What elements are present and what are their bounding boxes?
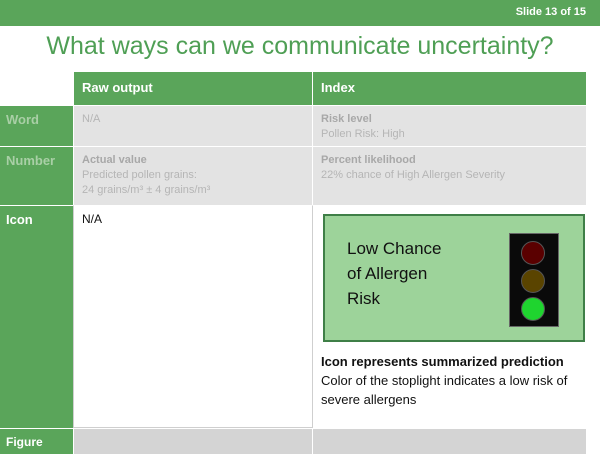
word-index-cell: Risk level Pollen Risk: High — [312, 105, 586, 146]
green-lamp — [521, 297, 545, 321]
red-lamp — [521, 241, 545, 265]
word-index-title: Risk level — [321, 113, 372, 125]
row-label-word: Word — [0, 105, 73, 146]
top-bar: Slide 13 of 15 — [0, 0, 600, 26]
icon-raw-cell: N/A — [73, 205, 312, 428]
allergen-risk-icon-box: Low Chance of Allergen Risk — [323, 214, 585, 342]
table-row-icon: Icon N/A Low Chance of Allergen Risk Ico… — [0, 205, 586, 428]
icon-index-cell: Low Chance of Allergen Risk Icon represe… — [312, 205, 586, 428]
number-raw-line2: 24 grains/m³ ± 4 grains/m³ — [82, 184, 211, 196]
table-row-figure: Figure — [0, 428, 586, 454]
icon-text-line2: of Allergen — [347, 264, 428, 283]
number-raw-cell: Actual value Predicted pollen grains: 24… — [73, 146, 312, 205]
slide-title: What ways can we communicate uncertainty… — [46, 32, 554, 60]
word-index-text: Pollen Risk: High — [321, 128, 405, 140]
icon-caption-text: Color of the stoplight indicates a low r… — [321, 373, 568, 407]
number-index-title: Percent likelihood — [321, 154, 416, 166]
figure-raw-cell — [73, 428, 312, 454]
word-raw-cell: N/A — [73, 105, 312, 146]
traffic-light-icon — [509, 233, 559, 327]
header-raw-output: Raw output — [73, 72, 312, 105]
number-index-text: 22% chance of High Allergen Severity — [321, 169, 506, 181]
yellow-lamp — [521, 269, 545, 293]
number-raw-line1: Predicted pollen grains: — [82, 169, 197, 181]
header-index: Index — [312, 72, 586, 105]
number-raw-title: Actual value — [82, 154, 147, 166]
icon-caption: Icon represents summarized prediction Co… — [321, 352, 578, 409]
table-row-word: Word N/A Risk level Pollen Risk: High — [0, 105, 586, 146]
row-label-icon: Icon — [0, 205, 73, 428]
figure-index-cell — [312, 428, 586, 454]
row-label-number: Number — [0, 146, 73, 205]
table-row-number: Number Actual value Predicted pollen gra… — [0, 146, 586, 205]
slide-number: Slide 13 of 15 — [515, 6, 586, 18]
row-label-figure: Figure — [0, 428, 73, 454]
icon-caption-bold: Icon represents summarized prediction — [321, 354, 564, 369]
allergen-risk-label: Low Chance of Allergen Risk — [347, 236, 442, 311]
header-corner — [0, 72, 73, 105]
icon-text-line1: Low Chance — [347, 239, 442, 258]
number-index-cell: Percent likelihood 22% chance of High Al… — [312, 146, 586, 205]
comparison-table: Raw output Index Word N/A Risk level Pol… — [0, 72, 586, 454]
table-header-row: Raw output Index — [0, 72, 586, 105]
icon-text-line3: Risk — [347, 289, 381, 308]
